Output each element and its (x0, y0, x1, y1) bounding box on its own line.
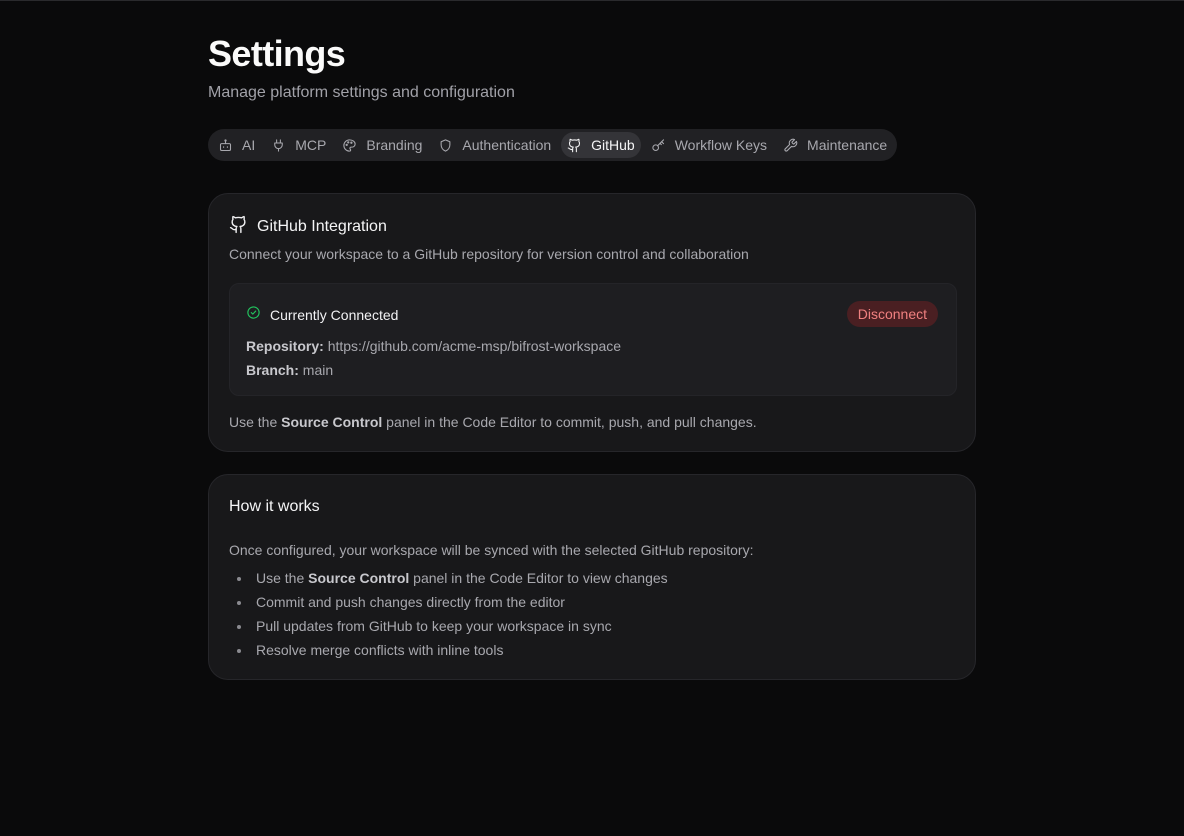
shield-icon (438, 138, 453, 153)
tab-label: Branding (366, 137, 423, 153)
connection-status-panel: Currently Connected Disconnect Repositor… (229, 283, 957, 396)
branch-value: main (302, 362, 334, 378)
list-item-text: Pull updates from GitHub to keep your wo… (256, 618, 612, 634)
key-icon (651, 138, 666, 153)
status-label: Currently Connected (270, 307, 399, 323)
card-title: GitHub Integration (257, 218, 387, 235)
hint-text: Use the (229, 414, 282, 430)
card-intro: Once configured, your workspace will be … (229, 542, 754, 558)
list-item-text: Resolve merge conflicts with inline tool… (256, 642, 504, 658)
tab-label: GitHub (591, 137, 635, 153)
card-description: Connect your workspace to a GitHub repos… (229, 246, 749, 262)
list-item-emphasis: Source Control (308, 570, 410, 586)
tab-label: AI (242, 137, 256, 153)
card-title: How it works (229, 498, 320, 515)
tab-label: Workflow Keys (674, 137, 768, 153)
tab-workflow-keys[interactable]: Workflow Keys (645, 132, 773, 158)
bot-icon (218, 138, 233, 153)
tab-label: Authentication (462, 137, 552, 153)
connection-status: Currently Connected (246, 305, 398, 325)
repository-info: Repository: https://github.com/acme-msp/… (246, 338, 621, 354)
list-item-text: panel in the Code Editor to view changes (409, 570, 668, 586)
check-circle-icon (246, 305, 261, 325)
feature-list: Use the Source Control panel in the Code… (229, 570, 668, 666)
source-control-hint: Use the Source Control panel in the Code… (229, 414, 757, 430)
github-icon (229, 215, 248, 239)
card-header: GitHub Integration (229, 215, 387, 239)
wrench-icon (783, 138, 798, 153)
list-item-text: Commit and push changes directly from th… (256, 594, 565, 610)
tab-branding[interactable]: Branding (336, 132, 428, 158)
github-icon (567, 138, 582, 153)
repository-url: https://github.com/acme-msp/bifrost-work… (327, 338, 622, 354)
tab-maintenance[interactable]: Maintenance (777, 132, 893, 158)
top-border (0, 0, 1184, 1)
branch-label: Branch: (246, 362, 299, 378)
list-item: Use the Source Control panel in the Code… (229, 570, 668, 594)
page-subtitle: Manage platform settings and configurati… (208, 84, 515, 101)
tab-label: Maintenance (807, 137, 888, 153)
list-item-text: Use the (256, 570, 309, 586)
how-it-works-card: How it works Once configured, your works… (208, 474, 976, 680)
github-integration-card: GitHub Integration Connect your workspac… (208, 193, 976, 452)
plug-icon (271, 138, 286, 153)
branch-info: Branch: main (246, 362, 333, 378)
hint-text: panel in the Code Editor to commit, push… (382, 414, 757, 430)
disconnect-button[interactable]: Disconnect (846, 301, 938, 327)
hint-emphasis: Source Control (281, 414, 383, 430)
tab-mcp[interactable]: MCP (265, 132, 332, 158)
tab-ai[interactable]: AI (212, 132, 261, 158)
tab-label: MCP (295, 137, 327, 153)
page-title: Settings (208, 33, 346, 74)
settings-tabs: AI MCP Branding Authentication GitHub Wo… (208, 129, 898, 161)
repository-label: Repository: (246, 338, 324, 354)
palette-icon (342, 138, 357, 153)
tab-github[interactable]: GitHub (561, 132, 641, 158)
tab-authentication[interactable]: Authentication (432, 132, 557, 158)
list-item: Resolve merge conflicts with inline tool… (229, 642, 668, 666)
list-item: Pull updates from GitHub to keep your wo… (229, 618, 668, 642)
list-item: Commit and push changes directly from th… (229, 594, 668, 618)
